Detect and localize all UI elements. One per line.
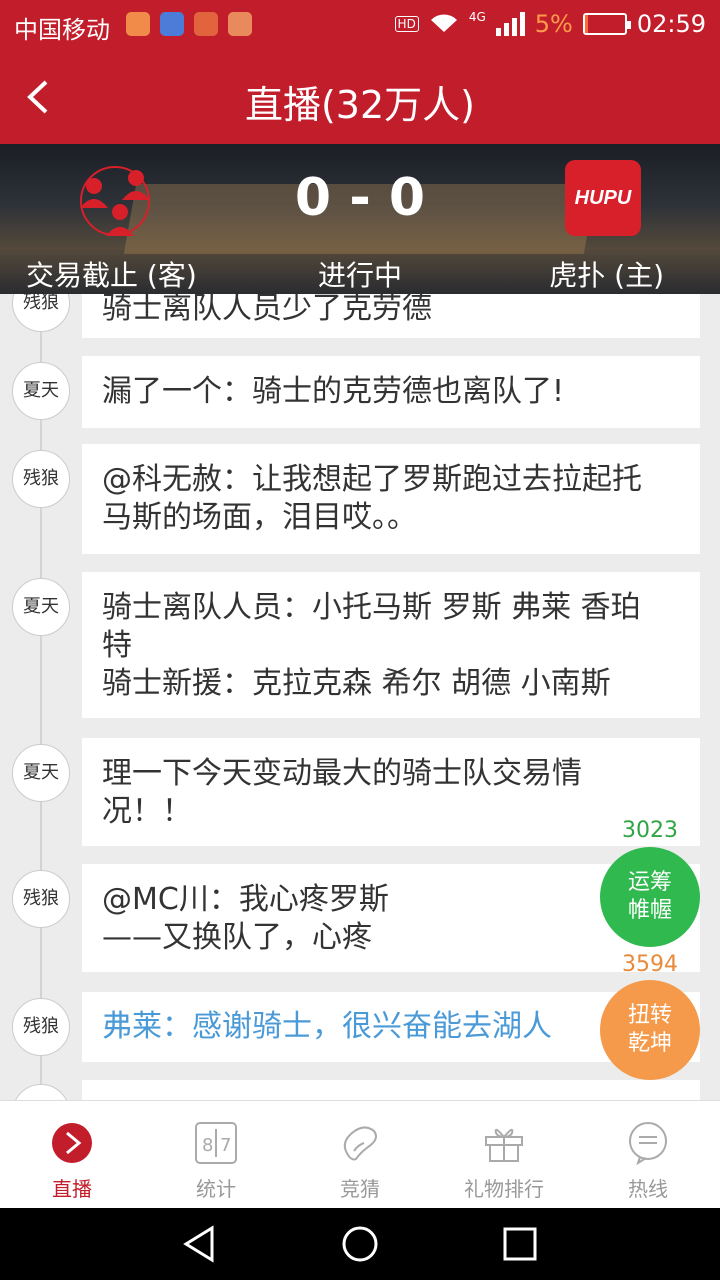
- user-avatar[interactable]: [12, 1084, 70, 1100]
- user-avatar[interactable]: 夏天: [12, 578, 70, 636]
- carrier-name: 中国移动: [14, 16, 110, 44]
- recents-square-icon[interactable]: [498, 1222, 542, 1266]
- feed-message: 骑士离队人员：小托马斯 罗斯 弗莱 香珀 特 骑士新援：克拉克森 希尔 胡德 小…: [82, 572, 700, 718]
- briefcase-icon: [194, 12, 218, 36]
- clock: 02:59: [636, 10, 706, 38]
- svg-text:8: 8: [202, 1135, 213, 1156]
- message-text: @MC川：我心疼罗斯: [102, 882, 389, 917]
- network-type: 4G: [468, 10, 486, 24]
- feed-message: 骑士离队人员少了克劳德: [82, 294, 700, 338]
- message-text: 况！！: [102, 794, 192, 829]
- notification-icons: [126, 12, 252, 36]
- app-notification-icon: [228, 12, 252, 36]
- tab-guess[interactable]: 竞猜: [288, 1101, 432, 1208]
- feed-message: @科无赦：让我想起了罗斯跑过去拉起托 马斯的场面，泪目哎。。: [82, 444, 700, 554]
- tab-gift-ranking[interactable]: 礼物排行: [432, 1101, 576, 1208]
- green-vote-count: 3023: [622, 818, 678, 843]
- turnaround-label-2: 乾坤: [627, 1031, 672, 1056]
- hd-icon: HD: [394, 16, 419, 32]
- bottom-tab-bar: 直播 87 统计 竞猜 礼物排行 热线: [0, 1100, 720, 1208]
- svg-text:7: 7: [220, 1135, 231, 1156]
- location-icon: [160, 12, 184, 36]
- chat-icon: [626, 1121, 670, 1165]
- page-title: 直播(32万人): [244, 83, 475, 127]
- status-bar: 中国移动 HD 4G 5% 02:59: [0, 0, 720, 50]
- user-avatar[interactable]: 夏天: [12, 744, 70, 802]
- tab-label: 统计: [196, 1177, 236, 1201]
- feed-message: 漏了一个：骑士的克劳德也离队了!: [82, 356, 700, 428]
- message-text: 骑士离队人员少了克劳德: [102, 294, 432, 326]
- tab-label: 热线: [628, 1177, 668, 1201]
- feed-message: [82, 1080, 700, 1100]
- status-right: HD 4G 5% 02:59: [394, 10, 706, 38]
- user-avatar[interactable]: 残狼: [12, 450, 70, 508]
- live-feed[interactable]: 残狼 骑士离队人员少了克劳德 夏天 漏了一个：骑士的克劳德也离队了! 残狼 @科…: [0, 294, 720, 1100]
- system-nav-bar: [0, 1208, 720, 1280]
- home-circle-icon[interactable]: [338, 1222, 382, 1266]
- home-team-label: 虎扑 (主): [549, 259, 664, 292]
- message-text: 弗莱：感谢骑士，很兴奋能去湖人: [102, 1009, 552, 1044]
- bean-icon: [338, 1121, 382, 1165]
- tab-live[interactable]: 直播: [0, 1101, 144, 1208]
- message-text: 特: [102, 628, 132, 663]
- orange-vote-count: 3594: [622, 952, 678, 977]
- tab-label: 直播: [52, 1177, 92, 1201]
- stats-scoreboard-icon: 87: [194, 1121, 238, 1165]
- message-text: 漏了一个：骑士的克劳德也离队了!: [102, 374, 565, 409]
- strategize-button[interactable]: 运筹 帷幄: [600, 847, 700, 947]
- message-text: 理一下今天变动最大的骑士队交易情: [102, 756, 582, 791]
- user-avatar[interactable]: 残狼: [12, 870, 70, 928]
- live-play-icon: [50, 1121, 94, 1165]
- tab-label: 竞猜: [340, 1177, 380, 1201]
- home-team-logo[interactable]: HUPU: [565, 160, 641, 236]
- scoreboard: 0 - 0 HUPU 交易截止 (客) 进行中 虎扑 (主): [0, 144, 720, 294]
- user-avatar[interactable]: 残狼: [12, 294, 70, 332]
- title-bar: 直播(32万人): [0, 50, 720, 144]
- message-text: 马斯的场面，泪目哎。。: [102, 500, 417, 535]
- message-text: 骑士离队人员：小托马斯 罗斯 弗莱 香珀: [102, 590, 641, 625]
- turnaround-button[interactable]: 扭转 乾坤: [600, 980, 700, 1080]
- tab-stats[interactable]: 87 统计: [144, 1101, 288, 1208]
- tab-hotline[interactable]: 热线: [576, 1101, 720, 1208]
- message-text: ——又换队了，心疼: [102, 920, 372, 955]
- strategize-label-2: 帷幄: [627, 898, 672, 923]
- turnaround-label-1: 扭转: [627, 1003, 672, 1028]
- back-triangle-icon[interactable]: [178, 1222, 222, 1266]
- gift-icon: [482, 1121, 526, 1165]
- battery-percent: 5%: [534, 10, 573, 38]
- battery-icon: [582, 13, 631, 35]
- strategize-label-1: 运筹: [627, 870, 672, 895]
- signal-icon: [495, 12, 525, 36]
- user-avatar[interactable]: 残狼: [12, 998, 70, 1056]
- user-avatar[interactable]: 夏天: [12, 362, 70, 420]
- wifi-icon: [430, 14, 457, 32]
- uc-browser-icon: [126, 12, 150, 36]
- message-text: 骑士新援：克拉克森 希尔 胡德 小南斯: [102, 666, 611, 701]
- message-text: @科无赦：让我想起了罗斯跑过去拉起托: [102, 462, 642, 497]
- tab-label: 礼物排行: [464, 1177, 544, 1201]
